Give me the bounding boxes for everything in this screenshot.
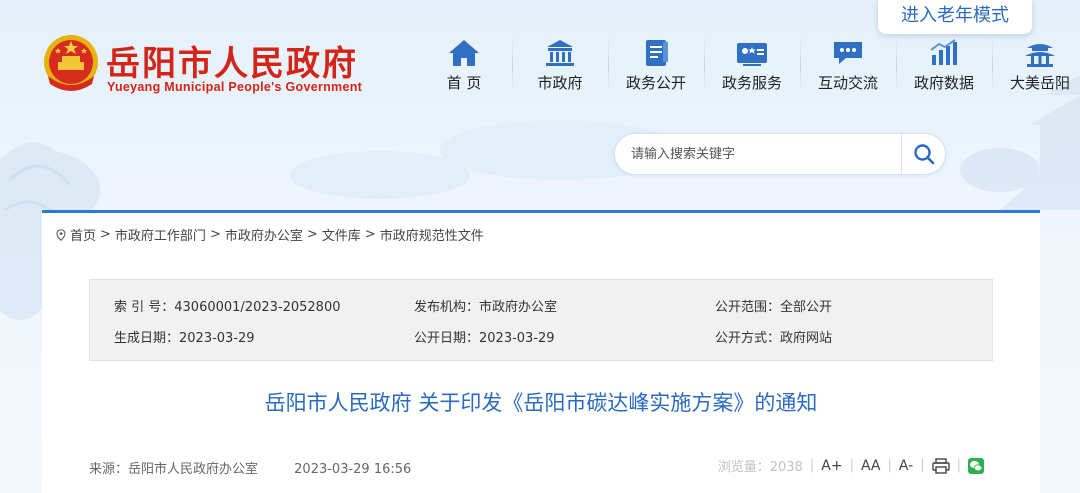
home-icon [449, 40, 479, 66]
document-datetime: 2023-03-29 16:56 [294, 462, 412, 477]
nav-item-gov-data[interactable]: 政府数据 [896, 34, 992, 96]
nav-label: 首 页 [446, 74, 482, 92]
article-panel: 首页 > 市政府工作部门 > 市政府办公室 > 文件库 > 市政府规范性文件 索… [42, 210, 1040, 493]
breadcrumb-separator: > [306, 227, 318, 242]
nav-item-interaction[interactable]: 互动交流 [800, 34, 896, 96]
meta-issuer: 发布机构：市政府办公室 [414, 300, 558, 315]
breadcrumb-departments[interactable]: 市政府工作部门 [115, 225, 206, 244]
document-title: 岳阳市人民政府 关于印发《岳阳市碳达峰实施方案》的通知 [264, 391, 818, 415]
nav-item-gov-affairs-open[interactable]: 政务公开 [608, 34, 704, 96]
pavilion-icon [1025, 44, 1055, 67]
national-emblem-icon [44, 35, 98, 91]
elder-mode-button[interactable]: 进入老年模式 [878, 0, 1032, 34]
breadcrumb-file-library[interactable]: 文件库 [322, 225, 361, 244]
view-count: 浏览量：2038 [717, 460, 803, 475]
site-logo[interactable]: 岳阳市人民政府 Yueyang Municipal People's Gover… [40, 30, 380, 98]
meta-publish-method: 公开方式：政府网站 [715, 331, 833, 346]
data-chart-icon [930, 39, 957, 65]
document-metadata: 索 引 号：43060001/2023-2052800 发布机构：市政府办公室 … [89, 279, 993, 361]
nav-item-beautiful-yueyang[interactable]: 大美岳阳 [992, 34, 1080, 96]
breadcrumb-separator: > [100, 227, 111, 242]
service-card-icon [737, 43, 767, 66]
font-decrease-button[interactable]: A- [899, 458, 913, 474]
breadcrumb-separator: > [209, 227, 221, 242]
font-increase-button[interactable]: A+ [821, 458, 842, 474]
font-default-button[interactable]: AA [861, 458, 881, 474]
tool-divider: | [920, 458, 925, 473]
tool-divider: | [849, 458, 854, 473]
meta-index-number: 索 引 号：43060001/2023-2052800 [114, 300, 341, 315]
document-source: 来源：岳阳市人民政府办公室 [89, 462, 259, 477]
breadcrumb-normative-docs[interactable]: 市政府规范性文件 [380, 225, 484, 244]
meta-published-date: 公开日期：2023-03-29 [414, 331, 555, 346]
document-source-line: 来源：岳阳市人民政府办公室 2023-03-29 16:56 [89, 458, 411, 477]
tool-divider: | [956, 458, 961, 473]
search-icon [914, 144, 935, 165]
wechat-share-icon[interactable] [968, 457, 984, 474]
meta-scope: 公开范围：全部公开 [715, 300, 833, 315]
nav-item-home[interactable]: 首 页 [416, 34, 512, 96]
document-icon [646, 40, 668, 66]
breadcrumb-separator: > [364, 227, 376, 242]
nav-label: 政府数据 [913, 74, 974, 92]
chat-icon [834, 42, 862, 64]
search-input[interactable] [631, 134, 901, 174]
nav-label: 市政府 [537, 74, 583, 92]
article-tools: 浏览量：2038 | A+ | AA | A- | | [718, 456, 984, 475]
search-button[interactable] [901, 134, 945, 174]
nav-label: 大美岳阳 [1009, 74, 1070, 92]
site-title-cn: 岳阳市人民政府 [106, 44, 358, 84]
search-box [614, 133, 946, 175]
nav-item-government[interactable]: 市政府 [512, 34, 608, 96]
nav-label: 政务公开 [625, 74, 686, 92]
main-nav: 首 页 市政府 政务公开 政务服务 互动交流 政府数据 大美岳阳 [416, 34, 1080, 96]
breadcrumb: 首页 > 市政府工作部门 > 市政府办公室 > 文件库 > 市政府规范性文件 [56, 225, 484, 244]
breadcrumb-home[interactable]: 首页 [70, 225, 96, 244]
tool-divider: | [887, 458, 892, 473]
government-building-icon [546, 40, 574, 66]
nav-label: 互动交流 [817, 74, 878, 92]
site-title-en: Yueyang Municipal People's Government [107, 80, 363, 94]
meta-created-date: 生成日期：2023-03-29 [114, 331, 255, 346]
breadcrumb-office[interactable]: 市政府办公室 [225, 225, 303, 244]
tool-divider: | [809, 458, 815, 473]
nav-label: 政务服务 [721, 74, 782, 92]
nav-item-gov-services[interactable]: 政务服务 [704, 34, 800, 96]
print-icon[interactable] [931, 457, 950, 474]
location-pin-icon [56, 228, 66, 241]
